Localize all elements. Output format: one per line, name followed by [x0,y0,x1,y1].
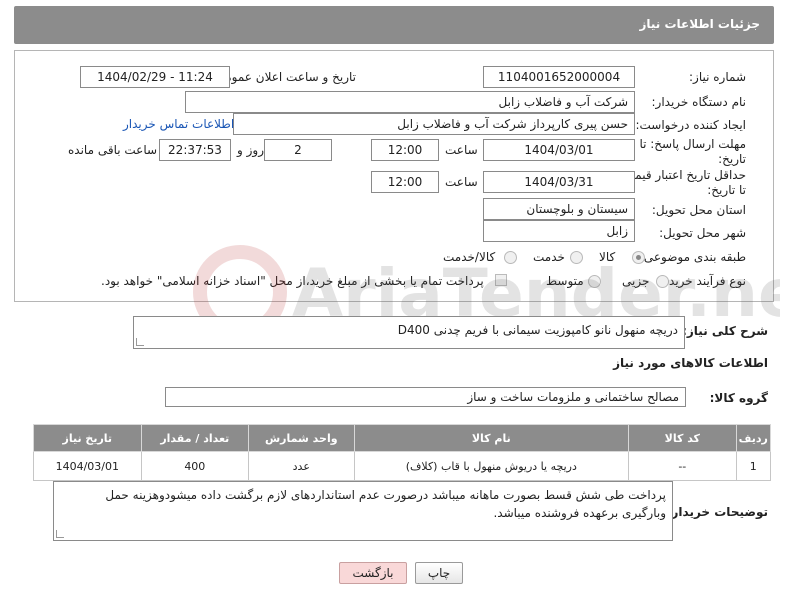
col-name: نام کالا [353,424,630,452]
treasury-checkbox-label: پرداخت تمام یا بخشی از مبلغ خرید،از محل … [101,274,484,288]
goods-section-title: اطلاعات کالاهای مورد نیاز [613,356,768,370]
price-validity-label: حداقل تاریخ اعتبار قیمت: [619,168,746,182]
cell-code: -- [628,451,737,481]
creator-label: ایجاد کننده درخواست: [635,118,746,132]
treasury-checkbox[interactable] [495,274,507,286]
buyer-contact-link[interactable]: اطلاعات تماس خریدار [123,117,234,131]
purchase-option-minor: جزیی [622,274,650,288]
items-table: ردیف کد کالا نام کالا واحد شمارش تعداد /… [33,424,772,481]
city-label: شهر محل تحویل: [659,226,746,240]
city-field[interactable]: زابل [483,220,635,242]
category-label: طبقه بندی موضوعی: [639,250,746,264]
cell-unit: عدد [248,451,355,481]
cell-name: دریچه یا دریوش منهول با قاب (کلاف) [353,451,630,481]
remaining-time-field[interactable]: 22:37:53 [159,139,231,161]
resize-grip-icon[interactable] [136,338,144,346]
goods-group-field[interactable]: مصالح ساختمانی و ملزومات ساخت و ساز [165,387,686,407]
description-text: دریچه منهول نانو کامپوزیت سیمانی با فریم… [397,323,678,337]
col-unit: واحد شمارش [248,424,355,452]
back-button[interactable]: بازگشت [339,562,407,584]
reply-deadline-label: مهلت ارسال پاسخ: تا [639,137,746,151]
buyer-notes-text: پرداخت طی شش قسط بصورت ماهانه میباشد درص… [105,488,666,520]
category-option-goods: کالا [599,250,616,264]
price-validity-time-label: ساعت [445,175,478,189]
announce-datetime-label: تاریخ و ساعت اعلان عمومی: [211,70,356,84]
col-qty: تعداد / مقدار [140,424,250,452]
col-date: تاریخ نیاز [33,424,142,452]
reply-deadline-label-2: تاریخ: [718,152,746,166]
purchase-radio-minor[interactable] [656,275,669,288]
remaining-time-label: ساعت باقی مانده [68,143,158,157]
category-option-goods-service: کالا/خدمت [443,250,496,264]
goods-group-label: گروه کالا: [709,391,768,405]
need-number-label: شماره نیاز: [689,70,746,84]
announce-datetime-field[interactable]: 1404/02/29 - 11:24 [80,66,230,88]
need-number-field[interactable]: 1104001652000004 [483,66,635,88]
col-row: ردیف [735,424,772,452]
buyer-notes-textarea[interactable]: پرداخت طی شش قسط بصورت ماهانه میباشد درص… [53,481,673,541]
reply-days-label: روز و [237,143,264,157]
category-option-service: خدمت [533,250,565,264]
print-button[interactable]: چاپ [415,562,463,584]
reply-time-label: ساعت [445,143,478,157]
price-validity-label-2: تا تاریخ: [707,183,746,197]
purchase-type-label: نوع فرآیند خرید : [661,274,746,288]
category-radio-goods[interactable] [632,251,645,264]
cell-row: 1 [735,451,772,481]
description-textarea[interactable]: دریچه منهول نانو کامپوزیت سیمانی با فریم… [133,316,685,349]
price-validity-date-field[interactable]: 1404/03/31 [483,171,635,193]
page-header: جزئیات اطلاعات نیاز [14,6,774,44]
purchase-radio-medium[interactable] [588,275,601,288]
items-table-header: ردیف کد کالا نام کالا واحد شمارش تعداد /… [33,424,772,452]
price-validity-time-field[interactable]: 12:00 [371,171,439,193]
creator-field[interactable]: حسن پیری کارپرداز شرکت آب و فاضلاب زابل [233,113,635,135]
category-radio-service[interactable] [570,251,583,264]
category-radio-goods-service[interactable] [504,251,517,264]
buyer-notes-label: توضیحات خریدار: [666,505,768,519]
reply-days-field[interactable]: 2 [264,139,332,161]
cell-date: 1404/03/01 [33,451,142,481]
reply-time-field[interactable]: 12:00 [371,139,439,161]
description-label: شرح کلی نیاز: [682,324,768,338]
table-row[interactable]: 1 -- دریچه یا دریوش منهول با قاب (کلاف) … [33,451,772,481]
col-code: کد کالا [628,424,737,452]
province-label: استان محل تحویل: [651,203,746,217]
province-field[interactable]: سیستان و بلوچستان [483,198,635,220]
resize-grip-icon[interactable] [56,530,64,538]
buyer-org-field[interactable]: شرکت آب و فاضلاب زابل [185,91,635,113]
cell-qty: 400 [140,451,250,481]
page-title: جزئیات اطلاعات نیاز [639,17,760,31]
reply-date-field[interactable]: 1404/03/01 [483,139,635,161]
buyer-org-label: نام دستگاه خریدار: [651,95,747,109]
purchase-option-medium: متوسط [546,274,584,288]
